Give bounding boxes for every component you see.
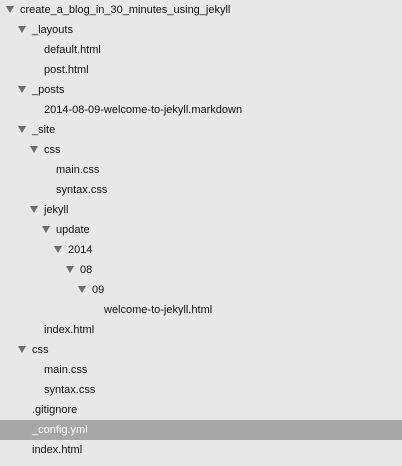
folder-label: jekyll — [44, 204, 69, 216]
tree-file-row[interactable]: index.html — [0, 440, 402, 460]
file-label: .gitignore — [32, 404, 78, 416]
tree-folder-row[interactable]: update — [0, 220, 402, 240]
file-label: _config.yml — [32, 424, 88, 436]
folder-label: 09 — [92, 284, 105, 296]
folder-label: 08 — [80, 264, 93, 276]
folder-label: update — [56, 224, 90, 236]
tree-folder-row[interactable]: 2014 — [0, 240, 402, 260]
disclosure-triangle-down-icon[interactable] — [18, 346, 26, 353]
tree-folder-row[interactable]: jekyll — [0, 200, 402, 220]
tree-file-row[interactable]: index.html — [0, 320, 402, 340]
disclosure-triangle-down-icon[interactable] — [18, 26, 26, 33]
tree-file-row[interactable]: default.html — [0, 40, 402, 60]
folder-label: create_a_blog_in_30_minutes_using_jekyll — [20, 4, 231, 16]
file-label: index.html — [32, 444, 83, 456]
folder-label: _site — [32, 124, 56, 136]
tree-file-row[interactable]: .gitignore — [0, 400, 402, 420]
folder-label: 2014 — [68, 244, 93, 256]
tree-file-row[interactable]: main.css — [0, 360, 402, 380]
tree-file-row[interactable]: main.css — [0, 160, 402, 180]
disclosure-triangle-down-icon[interactable] — [78, 286, 86, 293]
disclosure-triangle-down-icon[interactable] — [18, 86, 26, 93]
tree-file-row[interactable]: welcome-to-jekyll.html — [0, 300, 402, 320]
disclosure-triangle-down-icon[interactable] — [54, 246, 62, 253]
tree-folder-row[interactable]: css — [0, 340, 402, 360]
file-label: post.html — [44, 64, 89, 76]
folder-label: css — [44, 144, 61, 156]
disclosure-triangle-down-icon[interactable] — [30, 206, 38, 213]
tree-folder-row[interactable]: 09 — [0, 280, 402, 300]
disclosure-triangle-down-icon[interactable] — [42, 226, 50, 233]
file-label: index.html — [44, 324, 95, 336]
tree-folder-row[interactable]: _layouts — [0, 20, 402, 40]
tree-folder-row[interactable]: css — [0, 140, 402, 160]
file-label: welcome-to-jekyll.html — [104, 304, 213, 316]
folder-label: css — [32, 344, 49, 356]
tree-file-row[interactable]: post.html — [0, 60, 402, 80]
tree-file-row[interactable]: _config.yml — [0, 420, 402, 440]
disclosure-triangle-down-icon[interactable] — [18, 126, 26, 133]
tree-folder-row[interactable]: 08 — [0, 260, 402, 280]
file-label: syntax.css — [44, 384, 96, 396]
folder-label: _layouts — [32, 24, 73, 36]
disclosure-triangle-down-icon[interactable] — [66, 266, 74, 273]
disclosure-triangle-down-icon[interactable] — [30, 146, 38, 153]
tree-file-row[interactable]: syntax.css — [0, 380, 402, 400]
file-label: syntax.css — [56, 184, 108, 196]
file-tree: create_a_blog_in_30_minutes_using_jekyll… — [0, 0, 402, 466]
tree-folder-row[interactable]: _site — [0, 120, 402, 140]
file-label: main.css — [44, 364, 88, 376]
tree-folder-row[interactable]: create_a_blog_in_30_minutes_using_jekyll — [0, 0, 402, 20]
tree-folder-row[interactable]: _posts — [0, 80, 402, 100]
tree-file-row[interactable]: 2014-08-09-welcome-to-jekyll.markdown — [0, 100, 402, 120]
file-label: 2014-08-09-welcome-to-jekyll.markdown — [44, 104, 243, 116]
file-label: main.css — [56, 164, 100, 176]
file-label: default.html — [44, 44, 101, 56]
folder-label: _posts — [32, 84, 65, 96]
disclosure-triangle-down-icon[interactable] — [6, 6, 14, 13]
tree-file-row[interactable]: syntax.css — [0, 180, 402, 200]
